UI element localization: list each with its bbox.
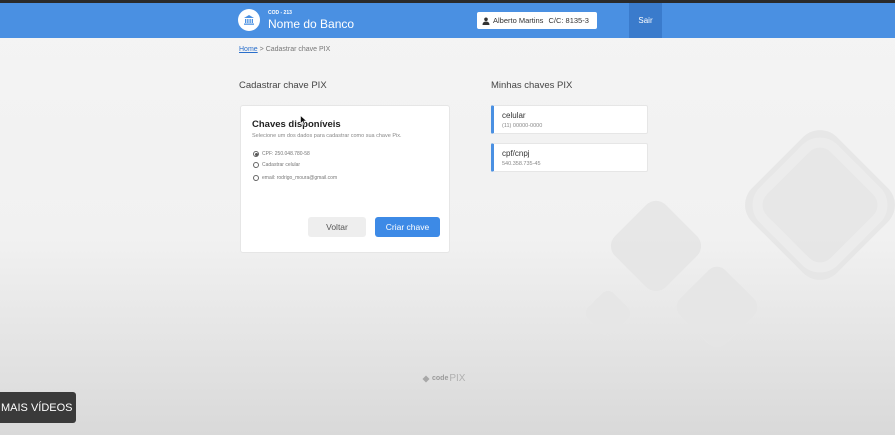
user-icon <box>482 17 490 25</box>
bank-name: Nome do Banco <box>268 17 355 31</box>
my-keys-section-title: Minhas chaves PIX <box>491 80 573 91</box>
top-bar: COD - 213 Nome do Banco Alberto Martins … <box>0 0 895 38</box>
breadcrumb-separator: > <box>259 46 264 53</box>
option-cpf-label: CPF: 250.048.780-58 <box>262 151 310 157</box>
register-section-title: Cadastrar chave PIX <box>239 80 327 91</box>
radio-cpf[interactable] <box>253 151 259 157</box>
key-value: 540.358.735-45 <box>502 161 541 167</box>
breadcrumb-current: Cadastrar chave PIX <box>265 46 331 53</box>
footer-logo-pix: PIX <box>449 373 466 384</box>
mouse-cursor-icon <box>300 115 308 126</box>
radio-email[interactable] <box>253 175 259 181</box>
footer-logo: code PIX <box>422 373 465 384</box>
background-diamonds-decoration <box>585 130 895 348</box>
key-type: celular <box>502 111 526 120</box>
codepix-logo-icon <box>422 374 430 383</box>
option-email-label: email: rodrigo_moura@gmail.com <box>262 175 338 181</box>
key-card-cpf: cpf/cnpj 540.358.735-45 <box>491 143 648 172</box>
user-account-box[interactable]: Alberto Martins C/C: 8135-3 <box>477 12 597 29</box>
register-key-card: Chaves disponíveis Selecione um dos dado… <box>240 105 450 253</box>
bank-icon <box>238 9 260 31</box>
more-videos-button[interactable]: MAIS VÍDEOS <box>0 392 76 423</box>
back-button[interactable]: Voltar <box>308 217 366 237</box>
key-value: (11) 00000-0000 <box>502 123 543 129</box>
card-title: Chaves disponíveis <box>252 119 341 130</box>
breadcrumb: Home > Cadastrar chave PIX <box>239 46 330 53</box>
radio-phone[interactable] <box>253 162 259 168</box>
footer-logo-code: code <box>432 375 449 382</box>
bank-code: COD - 213 <box>268 10 292 16</box>
key-type: cpf/cnpj <box>502 149 530 158</box>
option-phone-label: Cadastrar celular <box>262 162 301 168</box>
user-name: Alberto Martins <box>493 16 544 25</box>
create-key-button[interactable]: Criar chave <box>375 217 440 237</box>
key-card-phone: celular (11) 00000-0000 <box>491 105 648 134</box>
account-number: C/C: 8135-3 <box>548 16 589 25</box>
logout-button[interactable]: Sair <box>629 3 662 38</box>
option-email[interactable]: email: rodrigo_moura@gmail.com <box>253 175 337 181</box>
option-phone[interactable]: Cadastrar celular <box>253 162 300 168</box>
option-cpf[interactable]: CPF: 250.048.780-58 <box>253 151 310 157</box>
breadcrumb-home-link[interactable]: Home <box>239 46 258 53</box>
card-subtitle: Selecione um dos dados para cadastrar co… <box>252 133 402 139</box>
